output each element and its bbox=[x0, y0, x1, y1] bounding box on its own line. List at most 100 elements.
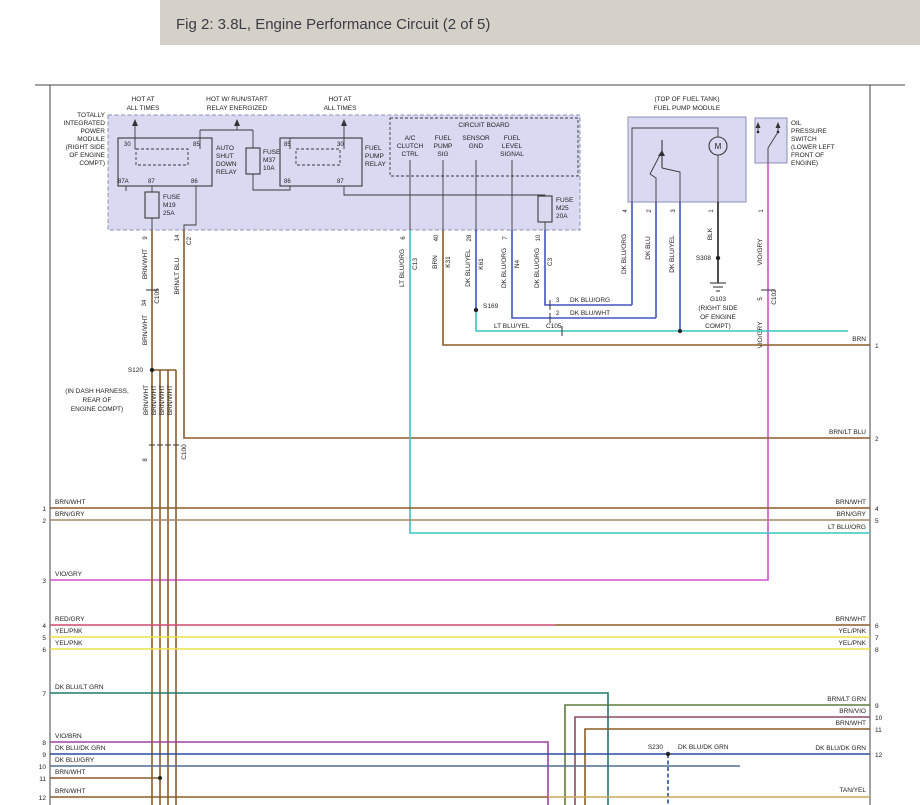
wire-label-brnltblu: BRN/LT BLU bbox=[174, 257, 181, 294]
conn-pin-8: 8 bbox=[143, 458, 149, 462]
diagram-canvas: Fig 2: 3.8L, Engine Performance Circuit … bbox=[0, 0, 920, 805]
hot1-line1: HOT AT bbox=[132, 96, 155, 103]
tipm-name-label: TOTALLY INTEGRATED POWER MODULE (RIGHT S… bbox=[64, 112, 106, 167]
left-num-11: 11 bbox=[39, 776, 46, 783]
branch-label-2: BRN/WHT bbox=[151, 385, 158, 415]
cb-col1-1: A/C bbox=[405, 135, 416, 142]
right-num-2: 2 bbox=[875, 436, 879, 443]
left-label-4: RED/GRY bbox=[55, 616, 85, 623]
fuse-m37-label-1: FUSE bbox=[263, 149, 281, 156]
oil-pressure-switch: OIL PRESSURE SWITCH (LOWER LEFT FRONT OF… bbox=[755, 118, 835, 167]
cb-wire-dkbluorg-2: DK BLU/ORG bbox=[534, 248, 541, 288]
tipm-pin-14: 14 bbox=[175, 234, 181, 241]
fpr-pin-87: 87 bbox=[337, 179, 344, 185]
asd-label-2: SHUT bbox=[216, 153, 234, 160]
tipm-pin-9: 9 bbox=[143, 236, 149, 240]
splice-s120: S120 bbox=[128, 367, 154, 374]
wire-label-brnwht-2: BRN/WHT bbox=[142, 315, 149, 345]
right-label-10: BRN/VIO bbox=[839, 708, 866, 715]
left-num-10: 10 bbox=[39, 764, 47, 771]
wire-ltbluyel bbox=[476, 310, 848, 331]
left-num-9: 9 bbox=[42, 752, 46, 759]
branch-label-3: BRN/WHT bbox=[159, 385, 166, 415]
fpm-pin-3: 3 bbox=[671, 209, 677, 213]
junction-dot bbox=[678, 329, 682, 333]
wire-brnltblu bbox=[184, 230, 870, 438]
right-label-3: BRN/WHT bbox=[836, 499, 866, 506]
right-num-11: 11 bbox=[875, 727, 882, 734]
cb-col2-3: SIG bbox=[437, 151, 448, 158]
fpm-pin-1: 1 bbox=[709, 209, 715, 213]
ops-label-1: OIL bbox=[791, 120, 802, 127]
left-num-5: 5 bbox=[42, 635, 46, 642]
circuit-k61: K61 bbox=[478, 258, 485, 270]
circuit-k31: K31 bbox=[445, 256, 452, 268]
mid-wire-ltbluyel: LT BLU/YEL bbox=[494, 323, 530, 330]
left-num-7: 7 bbox=[42, 691, 46, 698]
fpm-pin-4: 4 bbox=[623, 209, 629, 213]
fpm-pin-labels: 4 DK BLU/ORG 2 DK BLU 3 DK BLU/YEL 1 BLK bbox=[621, 209, 715, 274]
fuse-m37-label-3: 10A bbox=[263, 165, 275, 172]
right-label-5: LT BLU/ORG bbox=[828, 524, 866, 531]
left-label-8: VIO/BRN bbox=[55, 733, 82, 740]
right-edge-labels: BRN 1 BRN/LT BLU 2 BRN/WHT 4 BRN/GRY 5 L… bbox=[815, 336, 882, 794]
right-num-1: 1 bbox=[875, 343, 879, 350]
page-title: Fig 2: 3.8L, Engine Performance Circuit … bbox=[176, 16, 490, 33]
fpr-pin-30: 30 bbox=[337, 142, 344, 148]
wire-brnltgrn-row9 bbox=[565, 705, 870, 805]
left-label-3: VIO/GRY bbox=[55, 571, 83, 578]
wire-label-brnwht-1: BRN/WHT bbox=[142, 249, 149, 279]
asd-pin-30: 30 bbox=[124, 142, 131, 148]
fuse-m25-label-2: M25 bbox=[556, 205, 569, 212]
splice-s230-label: S230 bbox=[648, 744, 664, 751]
cb-col1-3: CTRL bbox=[402, 151, 419, 158]
fuse-m19-label-1: FUSE bbox=[163, 194, 181, 201]
asd-label-1: AUTO bbox=[216, 145, 234, 152]
left-num-8: 8 bbox=[42, 740, 46, 747]
wiring-diagram-page: Fig 2: 3.8L, Engine Performance Circuit … bbox=[0, 0, 920, 805]
asd-pin-85: 85 bbox=[193, 142, 200, 148]
cb-col2-2: PUMP bbox=[434, 143, 453, 150]
fpr-label-1: FUEL bbox=[365, 145, 382, 152]
tipm-name-7: COMPT) bbox=[79, 160, 105, 167]
motor-m-label: M bbox=[715, 142, 722, 151]
ops-conn-pin: 5 bbox=[758, 297, 764, 301]
tipm-name-4: MODULE bbox=[77, 136, 105, 143]
splice-s169-label: S169 bbox=[483, 303, 499, 310]
fpr-label-2: PUMP bbox=[365, 153, 384, 160]
tipm-name-3: POWER bbox=[80, 128, 105, 135]
right-label-7: YEL/PNK bbox=[839, 628, 867, 635]
fuse-m19-label-3: 25A bbox=[163, 210, 175, 217]
conn-pin-34: 34 bbox=[142, 299, 148, 306]
splice-s230-dot bbox=[666, 752, 670, 756]
wire-dkbluorg-fused bbox=[545, 230, 632, 305]
cb-col2-1: FUEL bbox=[435, 135, 452, 142]
dash-harness-note: (IN DASH HARNESS, REAR OF ENGINE COMPT) bbox=[65, 388, 129, 413]
right-num-6: 6 bbox=[875, 623, 879, 630]
ops-label-3: SWITCH bbox=[791, 136, 817, 143]
splice-s169: S169 bbox=[474, 303, 499, 312]
fuel-pump-module: (TOP OF FUEL TANK) FUEL PUMP MODULE M bbox=[628, 96, 746, 202]
hot2-line2: RELAY ENERGIZED bbox=[207, 105, 268, 112]
ground-loc-1: (RIGHT SIDE bbox=[698, 305, 738, 312]
cb-col1-2: CLUTCH bbox=[397, 143, 424, 150]
splice-s120-label: S120 bbox=[128, 367, 144, 374]
splice-s169-dot bbox=[474, 308, 478, 312]
right-num-4: 5 bbox=[875, 518, 879, 525]
wire-brnvio-row10 bbox=[575, 717, 870, 805]
splice-s120-dot bbox=[150, 368, 154, 372]
left-num-12: 12 bbox=[39, 795, 47, 802]
right-num-7: 7 bbox=[875, 635, 879, 642]
ops-label-4: (LOWER LEFT bbox=[791, 144, 835, 151]
cb-col3-2: GND bbox=[469, 143, 484, 150]
fuse-m19-label-2: M19 bbox=[163, 202, 176, 209]
left-num-4: 4 bbox=[42, 623, 46, 630]
circuit-c13: C13 bbox=[412, 258, 419, 270]
cb-col4-3: SIGNAL bbox=[500, 151, 524, 158]
fpm-wire-3: DK BLU/YEL bbox=[669, 235, 676, 273]
wire-viobrn-row8 bbox=[50, 742, 548, 805]
right-label-13: TAN/YEL bbox=[839, 787, 866, 794]
wire-dkbultgrn-row7 bbox=[50, 693, 608, 805]
dash-note-1: (IN DASH HARNESS, bbox=[65, 388, 129, 395]
header-bar: Fig 2: 3.8L, Engine Performance Circuit … bbox=[160, 0, 920, 45]
